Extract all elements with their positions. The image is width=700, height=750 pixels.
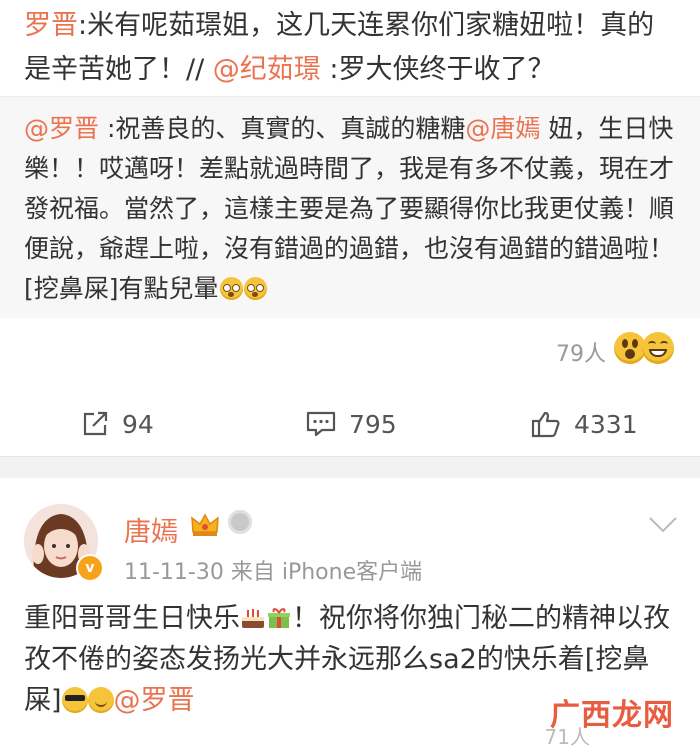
chevron-down-icon[interactable] [648,516,678,534]
action-bar: 94 795 4331 [0,394,700,456]
comment-icon [306,411,336,437]
smile-face-icon [87,687,114,713]
mention-tang-link[interactable]: @唐嫣 [465,114,540,143]
comment-button[interactable]: 795 [305,404,397,444]
dizzy-face-icon [243,277,267,300]
author-link[interactable]: 罗晋 [24,10,78,41]
repost-text: @罗晋 :祝善良的、真實的、真誠的糖糖@唐嫣 妞，生日快樂！！哎邁呀！差點就過時… [24,109,679,309]
reactions-row[interactable]: 79人 [0,318,700,394]
comment-card: v 唐嫣 11-11-30 来自 iPhone客户端 重阳哥哥生日快乐 ！祝你将你… [0,478,700,749]
mention-link[interactable]: @罗晋 [114,685,195,716]
comment-count: 795 [349,409,397,439]
comment-text-a: 重阳哥哥生日快乐 [24,603,240,634]
laughing-face-icon [642,332,674,364]
timestamp: 11-11-30 [124,560,224,585]
cake-icon [242,609,264,628]
thumbs-up-icon [531,411,560,438]
crown-icon [191,513,219,536]
post-text-b: :罗大侠终于收了？ [320,54,555,85]
repost-text-a: :祝善良的、真實的、真誠的糖糖 [99,114,466,143]
user-name[interactable]: 唐嫣 [124,510,178,549]
post-meta: 11-11-30 来自 iPhone客户端 [124,554,422,586]
mention-link[interactable]: @纪茹璟 [213,54,321,85]
like-button[interactable]: 4331 [530,404,638,444]
reaction-count: 79人 [556,342,606,367]
share-count: 94 [122,409,154,439]
post-header: 罗晋:米有呢茹璟姐，这几天连累你们家糖妞啦！真的是辛苦她了！// @纪茹璟 :罗… [0,0,700,96]
repost-box[interactable]: @罗晋 :祝善良的、真實的、真誠的糖糖@唐嫣 妞，生日快樂！！哎邁呀！差點就過時… [0,96,700,319]
medal-icon [228,510,252,534]
gift-icon [268,608,290,628]
share-icon [83,411,108,436]
watermark: 广西龙网 [550,698,674,733]
source: 来自 iPhone客户端 [230,560,423,585]
repost-author-link[interactable]: @罗晋 [24,114,99,143]
feed-separator [0,456,700,479]
post-text: 罗晋:米有呢茹璟姐，这几天连累你们家糖妞啦！真的是辛苦她了！// @纪茹璟 :罗… [24,4,679,92]
dizzy-face-icon [219,277,243,300]
cool-face-icon [61,687,88,713]
like-count: 4331 [574,409,638,439]
verified-badge-icon: v [76,554,104,582]
share-button[interactable]: 94 [80,404,154,444]
